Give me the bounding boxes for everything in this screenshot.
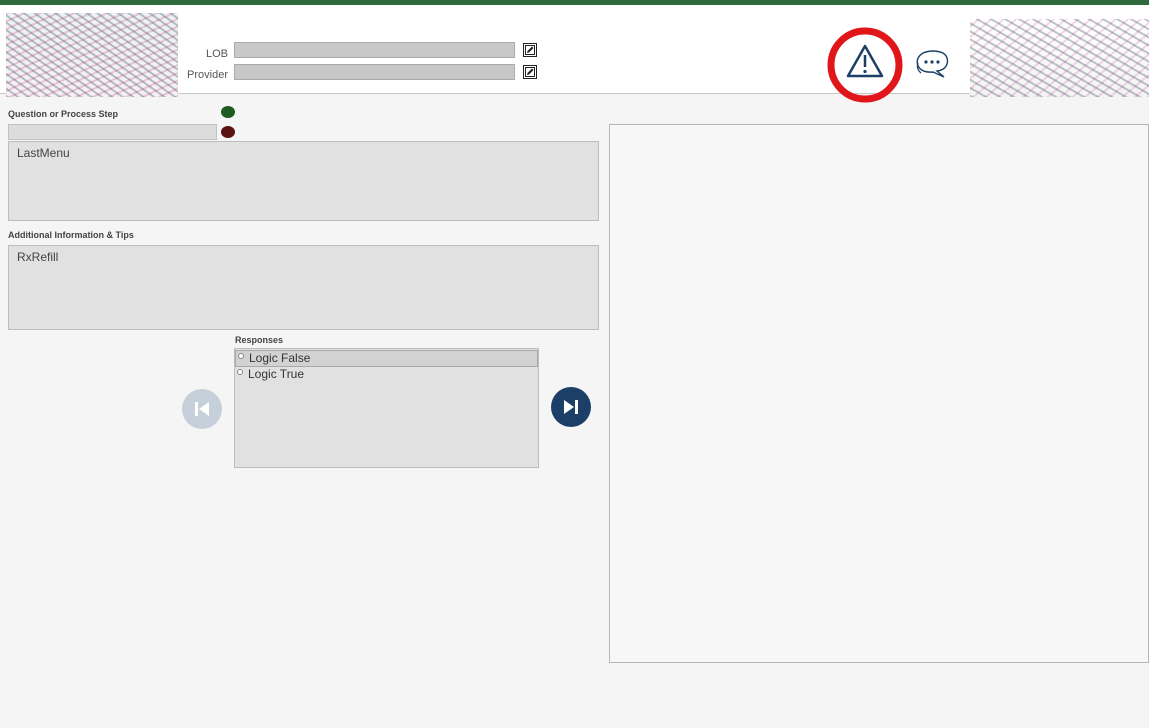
- question-section-label: Question or Process Step: [8, 109, 119, 119]
- skip-first-icon: [195, 402, 209, 416]
- company-logo: [6, 13, 178, 97]
- question-text: LastMenu: [17, 146, 70, 160]
- status-green-indicator: [221, 106, 235, 118]
- responses-section-label: Responses: [235, 335, 284, 345]
- chat-bubble-icon: [916, 50, 949, 78]
- responses-list: Logic False Logic True: [234, 348, 539, 468]
- response-item-logic-false[interactable]: Logic False: [235, 350, 538, 367]
- question-text-panel: LastMenu: [8, 141, 599, 221]
- provider-edit-button[interactable]: [523, 65, 537, 79]
- partner-logo: [970, 19, 1149, 97]
- warning-triangle-icon: [827, 27, 903, 103]
- question-id-field: [8, 124, 217, 140]
- alert-button[interactable]: [826, 26, 904, 104]
- tips-text: RxRefill: [17, 250, 59, 264]
- tips-text-panel: RxRefill: [8, 245, 599, 330]
- provider-field[interactable]: [234, 64, 515, 80]
- radio-icon: [238, 353, 244, 359]
- chat-button[interactable]: [912, 48, 952, 82]
- next-button[interactable]: [551, 387, 591, 427]
- lob-edit-button[interactable]: [523, 43, 537, 57]
- lob-label: LOB: [205, 48, 228, 60]
- previous-button[interactable]: [182, 389, 222, 429]
- radio-icon: [237, 369, 243, 375]
- tips-section-label: Additional Information & Tips: [8, 230, 134, 240]
- edit-icon: [525, 45, 535, 55]
- lob-field[interactable]: [234, 42, 515, 58]
- edit-icon: [525, 67, 535, 77]
- header: LOB Provider: [0, 5, 1149, 103]
- content-preview-panel: [609, 124, 1149, 663]
- status-red-indicator: [221, 126, 235, 138]
- response-item-logic-true[interactable]: Logic True: [235, 367, 538, 382]
- provider-label: Provider: [187, 69, 228, 81]
- skip-next-icon: [564, 400, 578, 414]
